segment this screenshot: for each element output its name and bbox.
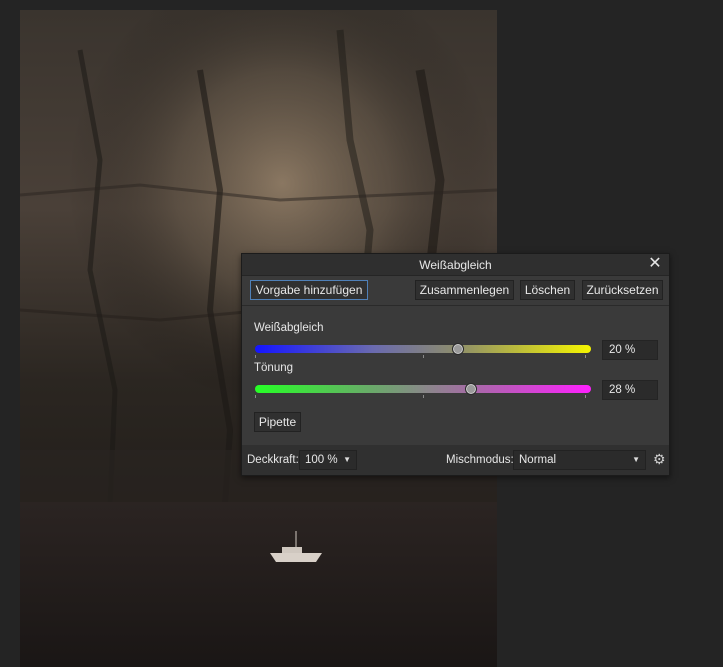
opacity-dropdown[interactable]: 100 % ▼ [299,450,357,470]
chevron-down-icon: ▼ [343,455,351,464]
delete-button[interactable]: Löschen [520,280,575,300]
chevron-down-icon: ▼ [632,455,640,464]
picker-button[interactable]: Pipette [254,412,301,432]
blend-mode-value: Normal [519,454,557,466]
white-balance-label: Weißabgleich [254,322,324,334]
slider-tick [585,355,586,358]
add-preset-button[interactable]: Vorgabe hinzufügen [250,280,368,300]
slider-tick [255,395,256,398]
close-icon[interactable]: ✕ [646,255,664,273]
slider-tick [423,395,424,398]
white-balance-slider-handle[interactable] [451,343,464,355]
tint-track[interactable] [255,385,591,393]
opacity-label: Deckkraft: [247,454,299,466]
white-balance-value-field[interactable]: 20 % [602,340,658,360]
white-balance-panel: Weißabgleich ✕ Vorgabe hinzufügen Zusamm… [241,253,670,476]
blend-mode-dropdown[interactable]: Normal ▼ [513,450,646,470]
gear-icon[interactable]: ⚙ [653,451,666,468]
white-balance-track[interactable] [255,345,591,353]
tint-value-field[interactable]: 28 % [602,380,658,400]
slider-tick [255,355,256,358]
slider-tick [585,395,586,398]
panel-titlebar[interactable]: Weißabgleich ✕ [242,254,669,276]
panel-title: Weißabgleich [419,258,492,272]
panel-footer: Deckkraft: 100 % ▼ Mischmodus: Normal ▼ … [242,445,669,475]
merge-button[interactable]: Zusammenlegen [415,280,514,300]
slider-tick [423,355,424,358]
reset-button[interactable]: Zurücksetzen [582,280,663,300]
opacity-value: 100 % [305,454,338,466]
blend-mode-label: Mischmodus: [446,454,514,466]
divider [242,305,669,306]
tint-slider-handle[interactable] [465,383,478,395]
tint-label: Tönung [254,362,294,374]
